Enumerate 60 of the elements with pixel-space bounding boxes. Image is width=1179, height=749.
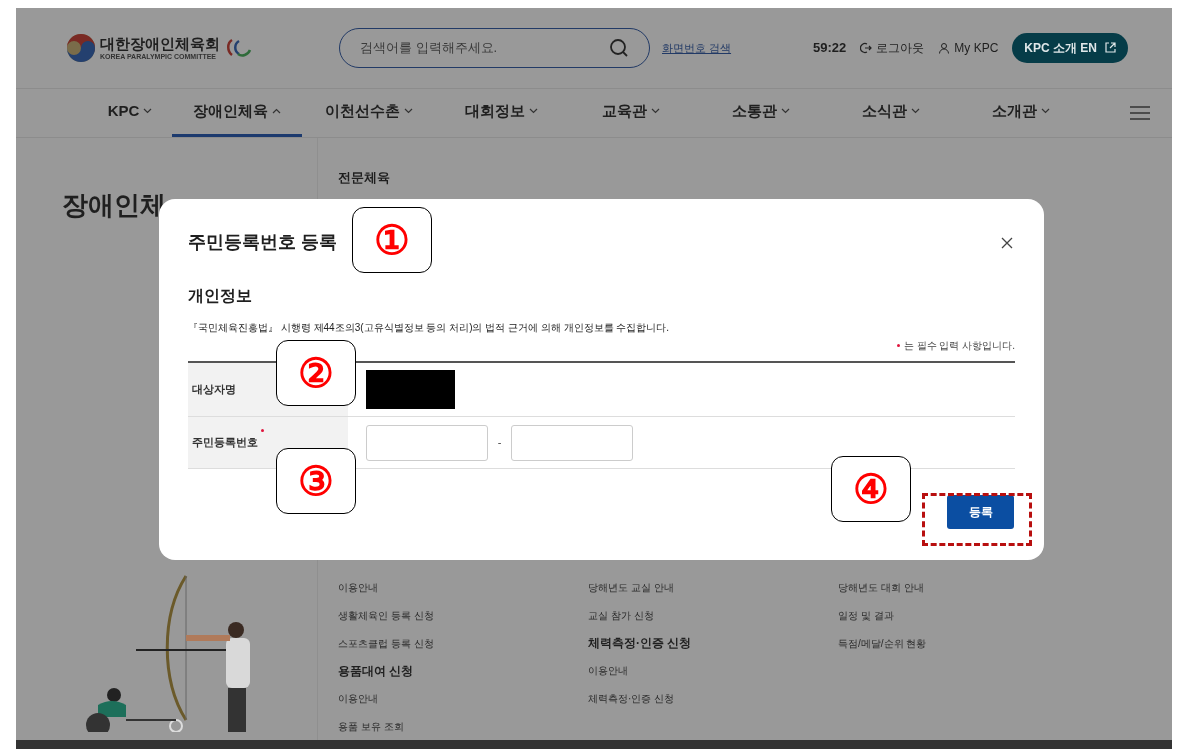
kpc-intro-button[interactable]: KPC 소개 EN: [1012, 32, 1128, 63]
session-timer: 59:22: [813, 39, 847, 58]
my-kpc-link[interactable]: My KPC: [938, 38, 999, 57]
close-icon[interactable]: [1001, 236, 1013, 249]
chevron-down-icon: [404, 108, 413, 115]
person-icon: [938, 41, 951, 54]
section-title: 개인정보: [188, 286, 253, 306]
menu-link[interactable]: 이용안내: [338, 573, 588, 602]
page-title: 장애인체: [62, 188, 166, 222]
chevron-down-icon: [143, 108, 153, 115]
callout-number: ③: [276, 448, 356, 514]
chevron-down-icon: [781, 108, 790, 115]
menu-link[interactable]: 체력측정·인증 신청: [588, 684, 838, 713]
menu-link[interactable]: 당해년도 교실 안내: [588, 573, 838, 602]
legal-notice: 『국민체육진흥법』 시행령 제44조의3(고유식별정보 등의 처리)의 법적 근거에 의해 개인정보를 수집합니다.: [188, 321, 671, 335]
menu-link[interactable]: 생활체육인 등록 신청: [338, 601, 588, 630]
input-field[interactable]: [366, 424, 488, 461]
menu-link[interactable]: 교실 참가 신청: [588, 601, 838, 630]
callout-number: ②: [276, 340, 356, 406]
nav-tab[interactable]: 장애인체육: [172, 88, 302, 137]
menu-heading: 체력측정·인증 신청: [588, 634, 693, 652]
dash-separator: -: [496, 435, 503, 451]
chevron-down-icon: [528, 108, 538, 115]
menu-link[interactable]: 득점/메달/순위 현황: [838, 629, 1088, 658]
logout-icon: [860, 41, 873, 54]
required-note: 는 필수 입력 사항입니다.: [903, 339, 1015, 353]
menu-link[interactable]: 용품 보유 조회: [338, 712, 588, 741]
nav-tab[interactable]: KPC: [88, 88, 172, 137]
input-field[interactable]: [511, 424, 633, 461]
nav-tab[interactable]: 대회정보: [436, 88, 566, 137]
menu-icon[interactable]: [1130, 104, 1150, 121]
callout-number: ④: [831, 456, 911, 522]
logo-title: 대한장애인체육회: [100, 35, 220, 51]
field-label: 대상자명: [192, 382, 236, 398]
paralympic-logo-icon: [224, 36, 252, 59]
nav-tab[interactable]: 소통관: [696, 88, 826, 137]
field-label: 주민등록번호: [192, 435, 258, 451]
menu-link[interactable]: 스포츠클럽 등록 신청: [338, 629, 588, 658]
callout-number: ①: [352, 207, 432, 273]
chevron-up-icon: [272, 108, 281, 115]
menu-heading: 용품대여 신청: [338, 662, 415, 680]
nav-tab[interactable]: 소개관: [956, 88, 1086, 137]
chevron-down-icon: [1041, 108, 1050, 115]
register-button[interactable]: 등록: [947, 495, 1014, 529]
menu-link[interactable]: 이용안내: [338, 684, 588, 713]
menu-link[interactable]: 당해년도 대회 안내: [838, 573, 1088, 602]
menu-section-title: 전문체육: [338, 168, 391, 187]
menu-link[interactable]: 일정 및 결과: [838, 601, 1088, 630]
chevron-down-icon: [911, 108, 920, 115]
dialog-title: 주민등록번호 등록: [188, 231, 337, 254]
nav-tab[interactable]: 이천선수촌: [302, 88, 436, 137]
logout-link[interactable]: 로그아웃: [860, 38, 925, 57]
screen-number-search-link[interactable]: 화면번호 검색: [662, 39, 732, 57]
search-icon: [609, 37, 629, 58]
nav-tab[interactable]: 소식관: [826, 88, 956, 137]
taegeuk-logo-icon: [66, 32, 96, 63]
chevron-down-icon: [651, 108, 660, 115]
nav-tab[interactable]: 교육관: [566, 88, 696, 137]
external-link-icon: [1105, 42, 1116, 54]
menu-link[interactable]: 이용안내: [588, 656, 838, 685]
